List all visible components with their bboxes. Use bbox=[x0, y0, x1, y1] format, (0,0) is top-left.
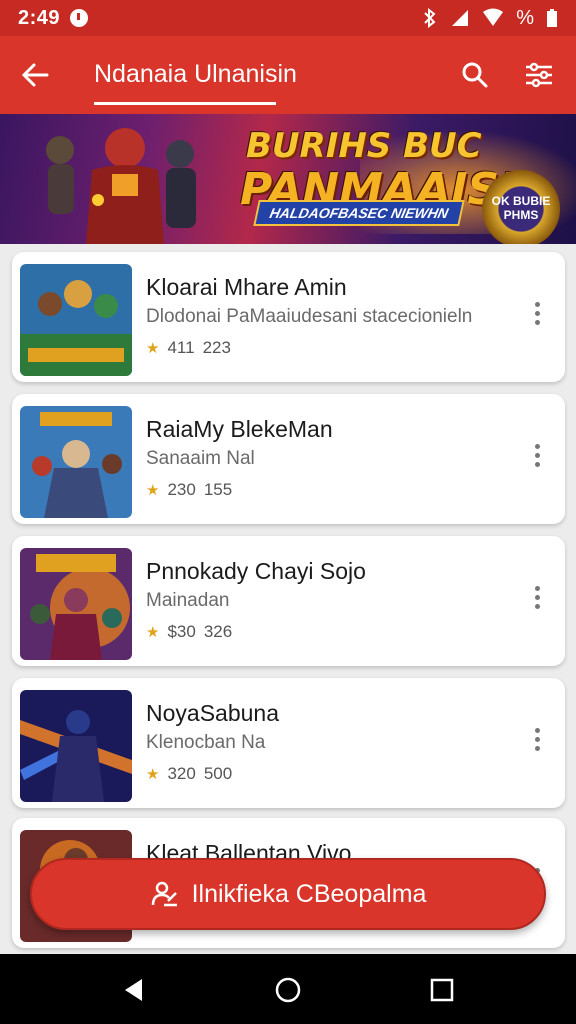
battery-percent: % bbox=[516, 6, 534, 29]
banner-ribbon: HALDAOFBASEC NIEWHN bbox=[253, 200, 465, 226]
banner-title-line1: BURIHS BUC bbox=[246, 126, 482, 166]
bluetooth-icon bbox=[424, 8, 436, 28]
game-thumbnail bbox=[20, 406, 132, 518]
primary-action-label: Ilnikfieka CBeopalma bbox=[191, 879, 427, 908]
square-recents-icon bbox=[430, 978, 454, 1002]
list-item[interactable]: NoyaSabuna Klenocban Na ★ 320 500 bbox=[12, 678, 565, 808]
item-meta: ★ $30 326 bbox=[146, 622, 232, 642]
signal-icon bbox=[452, 10, 469, 26]
filter-button[interactable] bbox=[518, 54, 560, 96]
star-icon: ★ bbox=[146, 766, 160, 783]
more-options-icon[interactable] bbox=[525, 724, 549, 754]
item-rating: 230 bbox=[167, 480, 196, 499]
search-button[interactable] bbox=[454, 54, 496, 96]
banner-hero-art bbox=[46, 128, 196, 244]
more-options-icon[interactable] bbox=[525, 440, 549, 470]
item-meta: ★ 230 155 bbox=[146, 480, 232, 500]
primary-action-button[interactable]: Ilnikfieka CBeopalma bbox=[30, 858, 546, 930]
item-rating: 411 bbox=[167, 338, 195, 357]
game-thumbnail bbox=[20, 548, 132, 660]
search-icon bbox=[462, 62, 488, 88]
item-subtitle: Mainadan bbox=[146, 590, 230, 611]
notification-icon bbox=[70, 9, 89, 27]
item-count: 326 bbox=[203, 622, 233, 641]
game-thumbnail bbox=[20, 690, 132, 802]
item-subtitle: Klenocban Na bbox=[146, 732, 266, 753]
game-thumbnail bbox=[20, 264, 132, 376]
more-options-icon[interactable] bbox=[525, 582, 549, 612]
item-count: 223 bbox=[202, 338, 231, 357]
item-title: Pnnokady Chayi Sojo bbox=[146, 558, 366, 584]
item-subtitle: Sanaaim Nal bbox=[146, 448, 255, 469]
item-rating: $30 bbox=[167, 622, 196, 641]
item-rating: 320 bbox=[167, 764, 196, 783]
more-options-icon[interactable] bbox=[525, 298, 549, 328]
item-title: Kloarai Mhare Amin bbox=[146, 274, 347, 300]
banner-badge: OK BUBIE PHMS bbox=[482, 170, 560, 244]
item-meta: ★ 411 223 bbox=[146, 338, 231, 358]
nav-home-button[interactable] bbox=[270, 972, 306, 1008]
wifi-icon bbox=[483, 8, 504, 26]
list-item[interactable]: RaiaMy BlekeMan Sanaaim Nal ★ 230 155 bbox=[12, 394, 565, 524]
list-item[interactable]: Kloarai Mhare Amin Dlodonai PaMaaiudesan… bbox=[12, 252, 565, 382]
list-item[interactable]: Pnnokady Chayi Sojo Mainadan ★ $30 326 bbox=[12, 536, 565, 666]
circle-home-icon bbox=[275, 977, 301, 1003]
star-icon: ★ bbox=[146, 624, 160, 641]
item-title: NoyaSabuna bbox=[146, 700, 279, 726]
triangle-back-icon bbox=[125, 979, 142, 1001]
item-title: RaiaMy BlekeMan bbox=[146, 416, 333, 442]
item-count: 500 bbox=[203, 764, 233, 783]
back-button[interactable] bbox=[14, 54, 56, 96]
system-nav-bar bbox=[0, 954, 576, 1024]
person-edit-icon bbox=[151, 881, 177, 907]
nav-recents-button[interactable] bbox=[424, 972, 460, 1008]
tune-icon bbox=[526, 62, 552, 88]
app-bar: Ndanaia Ulnanisin bbox=[0, 36, 576, 114]
nav-back-button[interactable] bbox=[116, 972, 152, 1008]
promo-banner[interactable]: BURIHS BUC PANMAAISI HALDAOFBASEC NIEWHN… bbox=[0, 114, 576, 244]
item-count: 155 bbox=[203, 480, 233, 499]
battery-icon bbox=[547, 9, 557, 27]
star-icon: ★ bbox=[146, 340, 160, 357]
page-title: Ndanaia Ulnanisin bbox=[94, 60, 297, 88]
item-meta: ★ 320 500 bbox=[146, 764, 232, 784]
star-icon: ★ bbox=[146, 482, 160, 499]
status-bar: 2:49 % bbox=[0, 0, 576, 36]
arrow-back-icon bbox=[21, 63, 49, 87]
title-underline bbox=[94, 102, 276, 105]
status-time: 2:49 bbox=[18, 6, 61, 29]
item-subtitle: Dlodonai PaMaaiudesani stacecionieln bbox=[146, 306, 473, 327]
